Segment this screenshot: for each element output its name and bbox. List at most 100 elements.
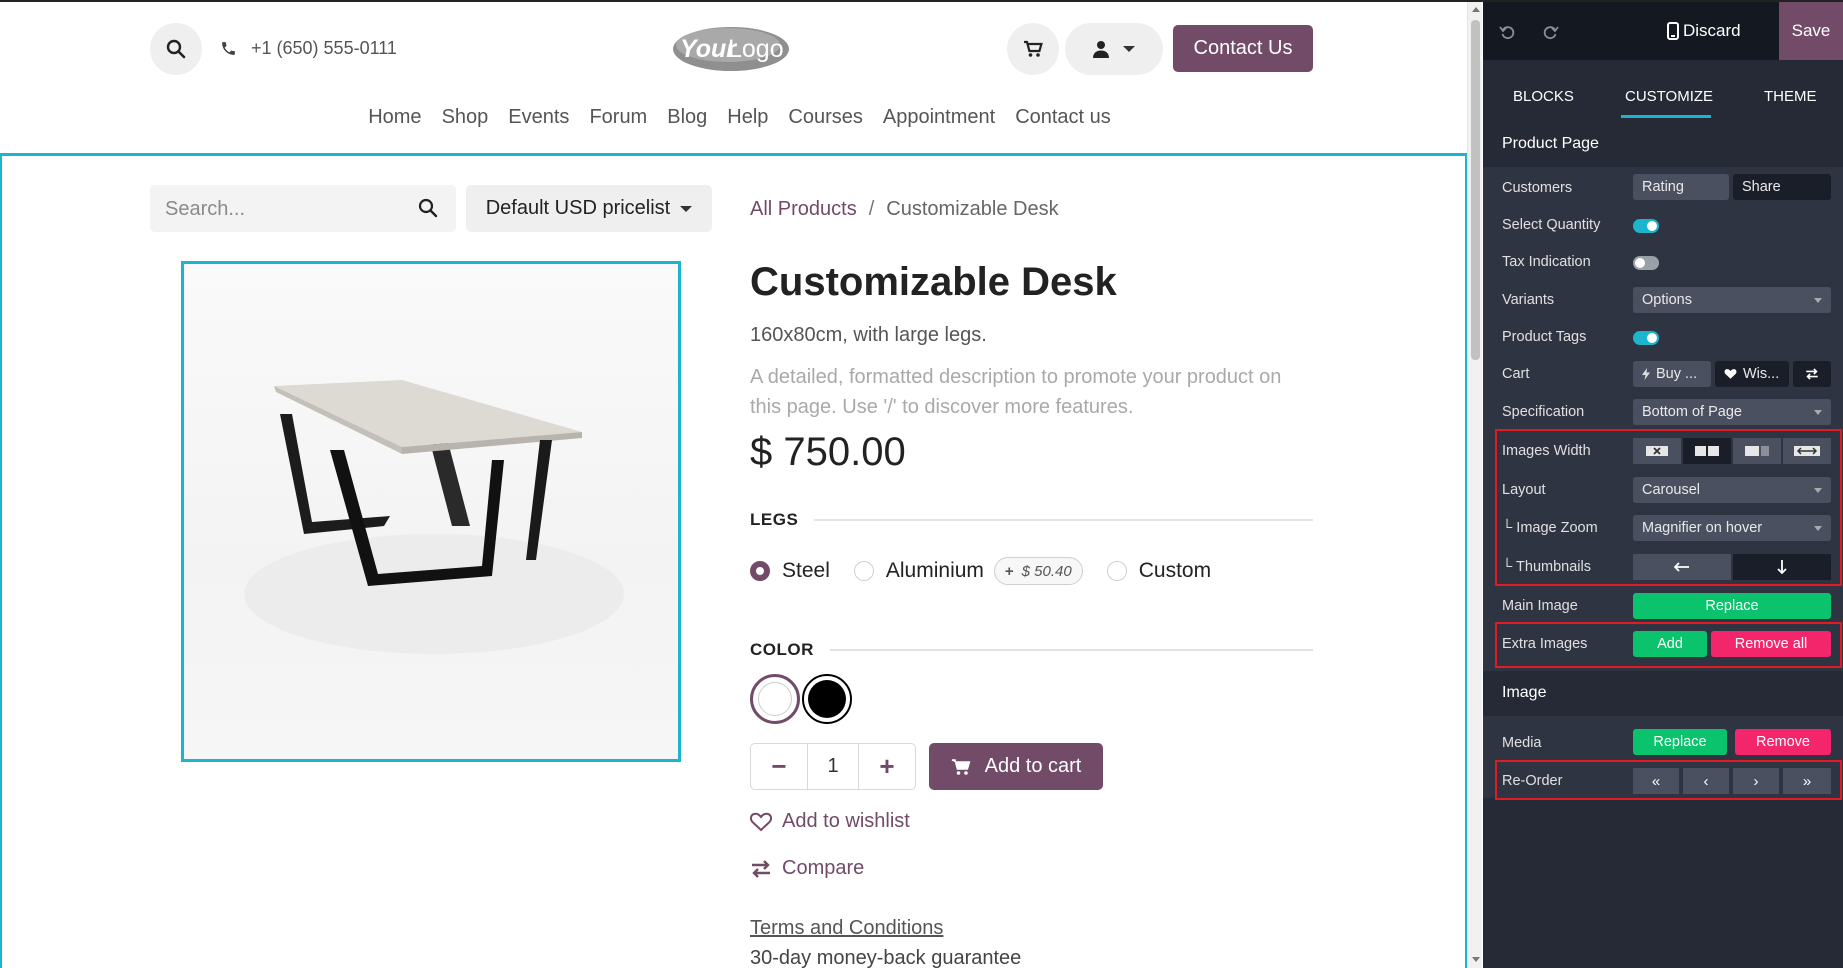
menu-item-events[interactable]: Events	[508, 106, 569, 129]
reorder-last-button[interactable]: »	[1783, 768, 1831, 794]
product-tags-toggle[interactable]	[1633, 331, 1659, 345]
menu-item-shop[interactable]: Shop	[442, 106, 489, 129]
images-width-50-button[interactable]	[1683, 438, 1731, 464]
website-preview: +1 (650) 555-0111 Your Logo Contact Us H…	[0, 2, 1467, 968]
tab-customize[interactable]: CUSTOMIZE	[1625, 88, 1713, 105]
select-quantity-toggle[interactable]	[1633, 219, 1659, 233]
search-icon	[166, 39, 186, 59]
color-swatch-black[interactable]	[802, 674, 852, 724]
save-button[interactable]: Save	[1779, 2, 1843, 60]
specification-select[interactable]: Bottom of Page	[1633, 399, 1831, 425]
user-icon	[1093, 41, 1109, 58]
breadcrumb-all-products[interactable]: All Products	[750, 198, 857, 221]
image-zoom-select[interactable]: Magnifier on hover	[1633, 515, 1831, 541]
two-thirds-width-icon	[1745, 446, 1769, 456]
cart-wishlist-toggle[interactable]: Wis...	[1715, 361, 1789, 387]
quantity-stepper: − 1 +	[750, 743, 916, 790]
image-title: Image	[1502, 684, 1547, 701]
quantity-increase-button[interactable]: +	[859, 744, 915, 789]
reorder-prev-button[interactable]: ‹	[1683, 768, 1729, 794]
quantity-decrease-button[interactable]: −	[751, 744, 807, 789]
customers-rating-toggle[interactable]: Rating	[1633, 174, 1729, 200]
extra-price-prefix: +	[1004, 562, 1014, 580]
images-width-full-button[interactable]	[1783, 438, 1831, 464]
layout-select[interactable]: Carousel	[1633, 477, 1831, 503]
terms-link[interactable]: Terms and Conditions	[750, 917, 943, 940]
user-menu-button[interactable]	[1065, 23, 1163, 75]
specification-value: Bottom of Page	[1642, 404, 1742, 420]
pricelist-dropdown[interactable]: Default USD pricelist	[466, 185, 712, 232]
variants-select[interactable]: Options	[1633, 287, 1831, 313]
heart-icon	[750, 812, 772, 831]
wishlist-label: Add to wishlist	[782, 810, 910, 832]
extra-images-remove-all-button[interactable]: Remove all	[1711, 631, 1831, 657]
product-description[interactable]: A detailed, formatted description to pro…	[750, 362, 1310, 422]
cart-icon	[1024, 40, 1043, 57]
cart-buy-now-toggle[interactable]: Buy ...	[1633, 361, 1711, 387]
add-to-cart-label: Add to cart	[984, 755, 1082, 777]
compare-link[interactable]: Compare	[750, 857, 864, 880]
menu-item-help[interactable]: Help	[727, 106, 768, 129]
scroll-up-arrow[interactable]	[1472, 7, 1480, 12]
quantity-input[interactable]: 1	[807, 744, 859, 789]
cart-compare-toggle[interactable]	[1793, 361, 1831, 387]
header-search-button[interactable]	[150, 23, 202, 75]
option-custom-label[interactable]: Custom	[1139, 559, 1211, 583]
thumbnails-bottom-button[interactable]	[1733, 554, 1831, 580]
redo-icon[interactable]	[1543, 24, 1559, 40]
mobile-preview-icon[interactable]	[1667, 22, 1679, 40]
main-image-replace-button[interactable]: Replace	[1633, 593, 1831, 619]
active-tab-indicator	[1621, 115, 1711, 118]
radio-aluminium[interactable]	[853, 561, 874, 581]
menu-item-contact-us[interactable]: Contact us	[1015, 106, 1111, 129]
search-icon[interactable]	[418, 198, 438, 218]
exchange-icon	[1806, 368, 1818, 380]
option-steel-label[interactable]: Steel	[782, 559, 830, 583]
reorder-next-button[interactable]: ›	[1733, 768, 1779, 794]
layout-value: Carousel	[1642, 482, 1701, 498]
tab-blocks[interactable]: BLOCKS	[1513, 88, 1574, 105]
discard-button[interactable]: Discard	[1683, 2, 1741, 60]
scrollbar-thumb[interactable]	[1471, 20, 1480, 360]
product-search-input[interactable]: Search...	[150, 185, 456, 232]
cart-button[interactable]	[1007, 23, 1059, 75]
radio-custom[interactable]	[1106, 561, 1127, 581]
extra-price-value: $ 50.40	[1021, 562, 1072, 580]
header-phone[interactable]: +1 (650) 555-0111	[220, 38, 397, 59]
media-remove-button[interactable]: Remove	[1735, 729, 1831, 755]
images-width-66-button[interactable]	[1733, 438, 1781, 464]
site-logo[interactable]: Your Logo	[670, 22, 792, 74]
radio-steel[interactable]	[750, 561, 770, 581]
menu-item-appointment[interactable]: Appointment	[883, 106, 995, 129]
scroll-down-arrow[interactable]	[1472, 957, 1480, 962]
media-label: Media	[1502, 735, 1542, 751]
tax-indication-toggle[interactable]	[1633, 256, 1659, 270]
add-to-wishlist-link[interactable]: Add to wishlist	[750, 810, 910, 833]
chevron-down-icon	[680, 205, 693, 212]
product-main-image[interactable]	[181, 261, 681, 762]
breadcrumb-current: Customizable Desk	[886, 198, 1059, 220]
thumbnails-left-button[interactable]	[1633, 554, 1731, 580]
product-title: Customizable Desk	[750, 260, 1117, 304]
menu-item-forum[interactable]: Forum	[589, 106, 647, 129]
color-swatch-white[interactable]	[750, 674, 800, 724]
menu-item-home[interactable]: Home	[368, 106, 421, 129]
undo-icon[interactable]	[1499, 24, 1515, 40]
contact-us-button[interactable]: Contact Us	[1173, 25, 1313, 72]
menu-item-courses[interactable]: Courses	[788, 106, 862, 129]
page-scrollbar[interactable]	[1467, 2, 1482, 968]
reorder-first-button[interactable]: «	[1633, 768, 1679, 794]
extra-images-add-button[interactable]: Add	[1633, 631, 1707, 657]
menu-item-blog[interactable]: Blog	[667, 106, 707, 129]
heart-icon	[1724, 369, 1737, 379]
tab-theme[interactable]: THEME	[1764, 88, 1817, 105]
images-width-label: Images Width	[1502, 443, 1591, 459]
images-width-none-button[interactable]	[1633, 438, 1681, 464]
media-replace-button[interactable]: Replace	[1633, 729, 1727, 755]
option-aluminium-label[interactable]: Aluminium	[886, 559, 984, 583]
add-to-cart-button[interactable]: Add to cart	[929, 743, 1103, 790]
customers-share-toggle[interactable]: Share	[1733, 174, 1831, 200]
image-zoom-label: └ Image Zoom	[1502, 520, 1598, 536]
no-image-icon	[1646, 446, 1668, 456]
legs-options: Steel Aluminium + $ 50.40 Custom	[750, 557, 1211, 585]
